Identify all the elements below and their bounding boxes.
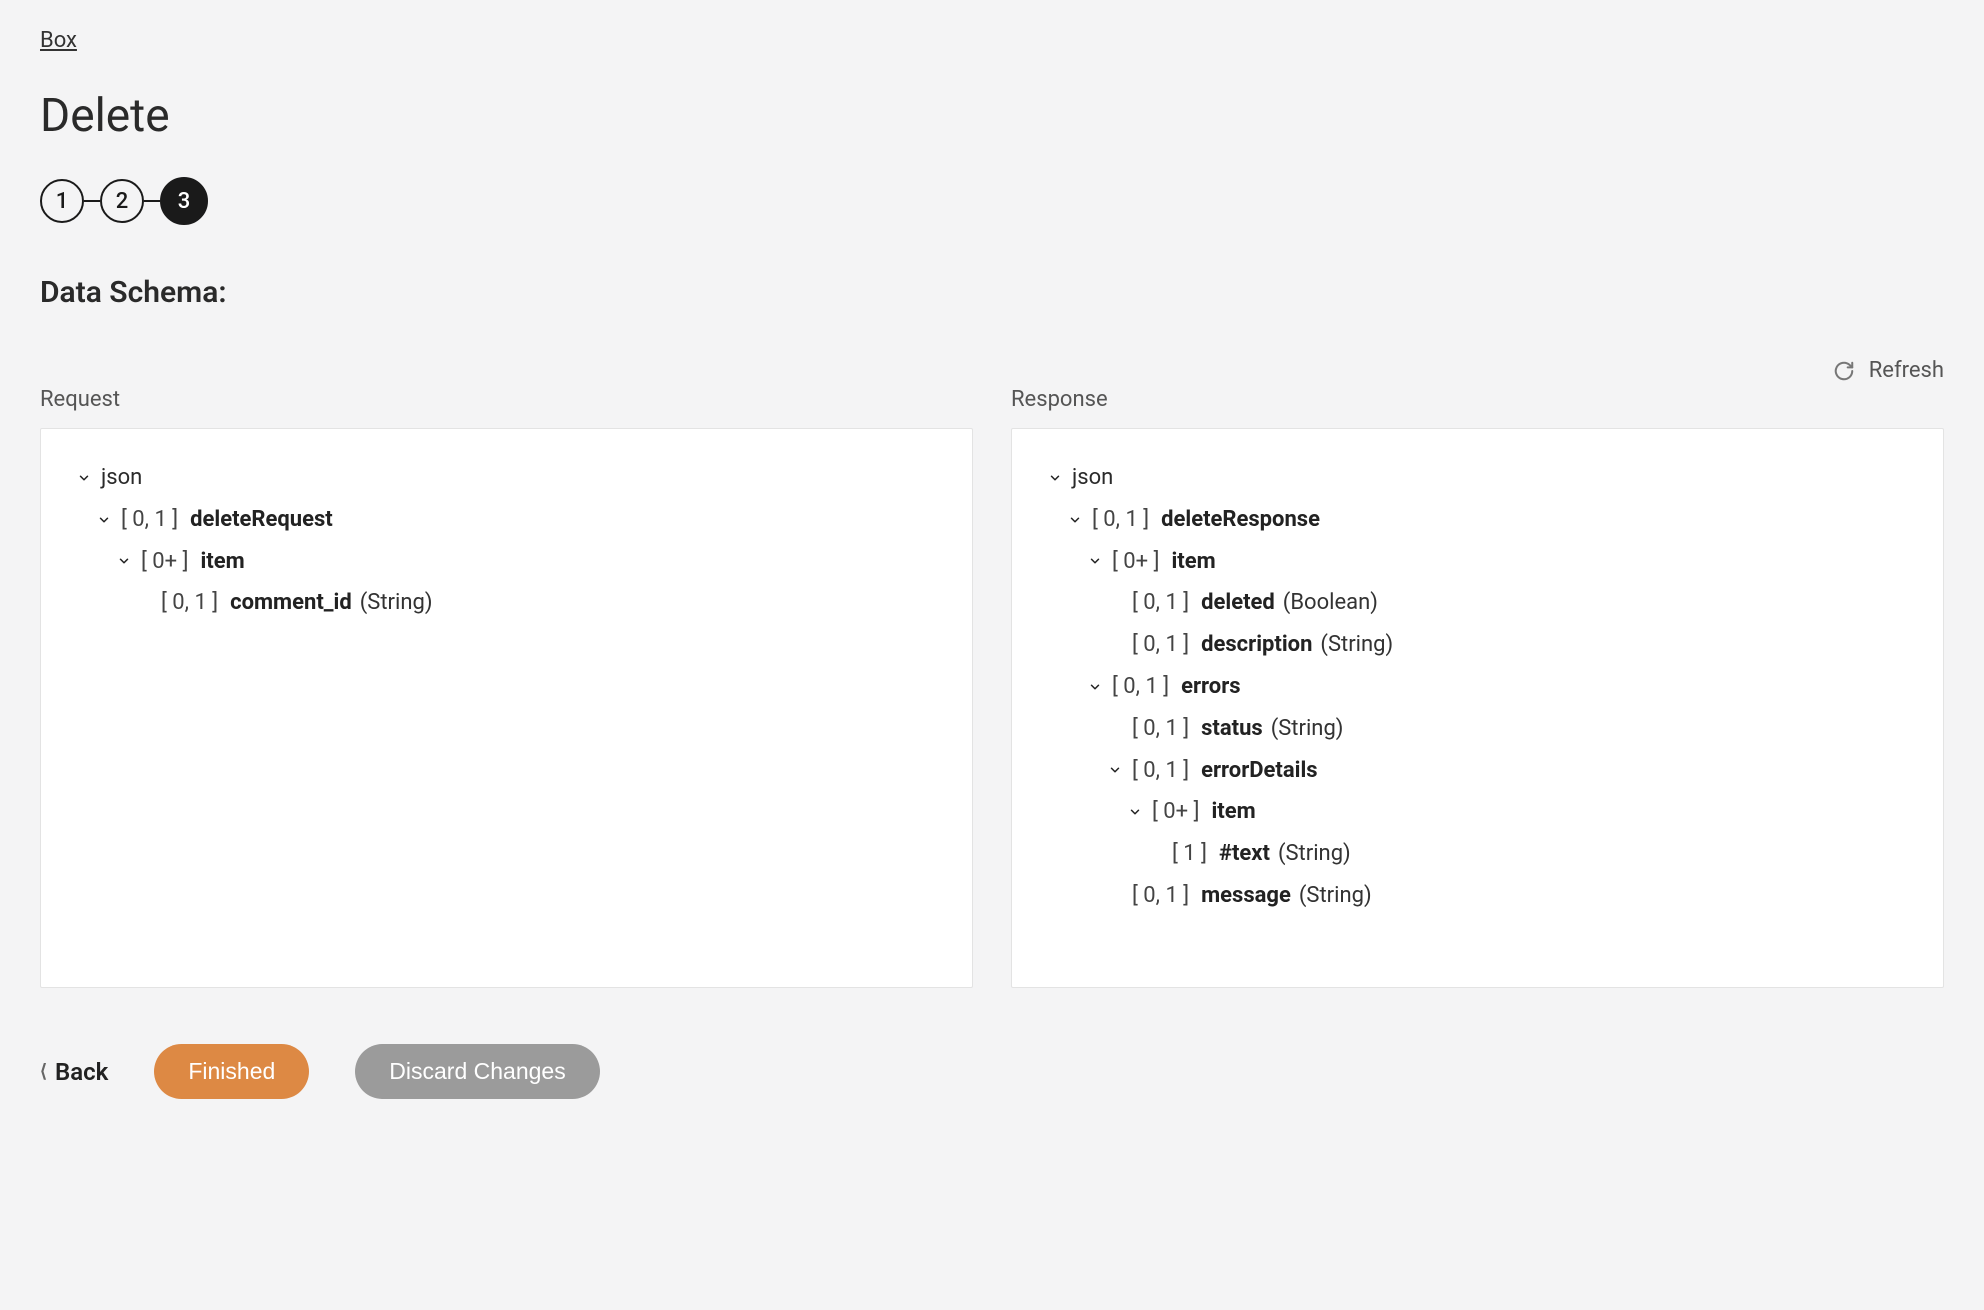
back-button[interactable]: ⟨ Back [40,1058,108,1086]
node-name: errorDetails [1201,750,1317,792]
response-panel: json[ 0, 1 ] deleteResponse[ 0+ ] item[ … [1011,428,1944,988]
node-name: status [1201,708,1263,750]
back-label: Back [55,1058,108,1086]
node-type: (String) [1320,624,1393,666]
node-type: (String) [1271,708,1344,750]
chevron-down-icon[interactable] [1046,469,1064,487]
tree-row[interactable]: [ 0, 1 ] deleted (Boolean) [1046,582,1909,624]
node-name: deleteResponse [1161,499,1320,541]
node-name: deleteRequest [190,499,333,541]
page-title: Delete [40,89,1944,143]
chevron-down-icon[interactable] [115,552,133,570]
node-name: comment_id [230,582,352,624]
chevron-down-icon[interactable] [1106,761,1124,779]
breadcrumb[interactable]: Box [40,28,77,53]
discard-changes-button[interactable]: Discard Changes [355,1044,599,1099]
cardinality: [ 1 ] [1172,833,1207,875]
node-name: #text [1219,833,1270,875]
tree-row[interactable]: [ 0+ ] item [1046,541,1909,583]
chevron-left-icon: ⟨ [40,1061,47,1082]
tree-row[interactable]: [ 0, 1 ] comment_id (String) [75,582,938,624]
step-3[interactable]: 3 [160,177,208,225]
tree-row[interactable]: [ 0, 1 ] deleteRequest [75,499,938,541]
cardinality: [ 0, 1 ] [1132,624,1189,666]
tree-row[interactable]: [ 0, 1 ] errorDetails [1046,750,1909,792]
node-name: message [1201,875,1291,917]
node-type: (String) [1299,875,1372,917]
cardinality: [ 0, 1 ] [1112,666,1169,708]
cardinality: [ 0, 1 ] [1092,499,1149,541]
request-panel: json[ 0, 1 ] deleteRequest[ 0+ ] item[ 0… [40,428,973,988]
section-heading: Data Schema: [40,275,1944,310]
cardinality: [ 0, 1 ] [121,499,178,541]
tree-row[interactable]: [ 0, 1 ] deleteResponse [1046,499,1909,541]
node-name: item [1211,791,1255,833]
tree-row[interactable]: [ 0+ ] item [1046,791,1909,833]
refresh-icon [1833,360,1855,382]
chevron-down-icon[interactable] [95,511,113,529]
tree-row[interactable]: [ 0+ ] item [75,541,938,583]
node-type: (Boolean) [1283,582,1378,624]
cardinality: [ 0, 1 ] [1132,708,1189,750]
cardinality: [ 0+ ] [1112,541,1159,583]
refresh-label: Refresh [1869,358,1944,383]
node-name: json [1072,457,1113,499]
node-name: item [1171,541,1215,583]
cardinality: [ 0+ ] [141,541,188,583]
cardinality: [ 0, 1 ] [1132,750,1189,792]
node-name: json [101,457,142,499]
node-name: errors [1181,666,1240,708]
node-name: description [1201,624,1312,666]
tree-row[interactable]: [ 0, 1 ] description (String) [1046,624,1909,666]
step-1[interactable]: 1 [40,179,84,223]
tree-row[interactable]: [ 1 ] #text (String) [1046,833,1909,875]
tree-row[interactable]: json [75,457,938,499]
node-type: (String) [360,582,433,624]
node-name: deleted [1201,582,1275,624]
finished-button[interactable]: Finished [154,1044,309,1099]
request-column-label: Request [40,387,973,412]
stepper: 123 [40,177,1944,225]
chevron-down-icon[interactable] [1066,511,1084,529]
footer-actions: ⟨ Back Finished Discard Changes [40,1044,1944,1099]
chevron-down-icon[interactable] [75,469,93,487]
node-type: (String) [1278,833,1351,875]
step-connector [144,200,160,202]
tree-row[interactable]: [ 0, 1 ] message (String) [1046,875,1909,917]
chevron-down-icon[interactable] [1086,552,1104,570]
cardinality: [ 0, 1 ] [1132,875,1189,917]
tree-row[interactable]: json [1046,457,1909,499]
response-column-label: Response [1011,387,1944,412]
chevron-down-icon[interactable] [1126,803,1144,821]
chevron-down-icon[interactable] [1086,678,1104,696]
refresh-button[interactable]: Refresh [1833,358,1944,383]
step-2[interactable]: 2 [100,179,144,223]
cardinality: [ 0, 1 ] [1132,582,1189,624]
tree-row[interactable]: [ 0, 1 ] errors [1046,666,1909,708]
node-name: item [200,541,244,583]
cardinality: [ 0, 1 ] [161,582,218,624]
tree-row[interactable]: [ 0, 1 ] status (String) [1046,708,1909,750]
step-connector [84,200,100,202]
cardinality: [ 0+ ] [1152,791,1199,833]
